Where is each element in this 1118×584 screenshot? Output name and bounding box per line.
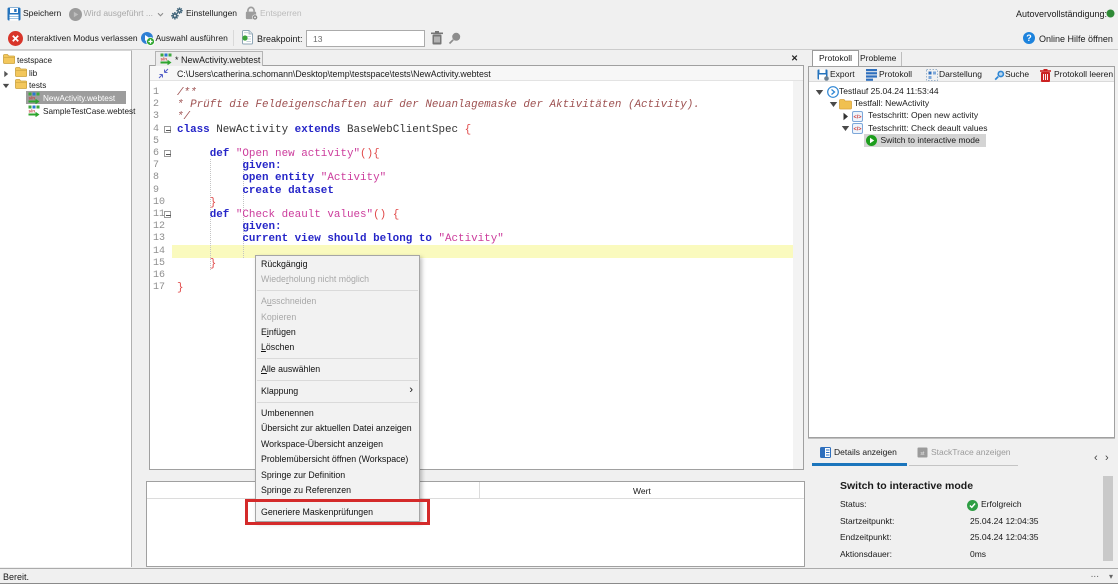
svg-text:s/n: s/n: [29, 96, 36, 101]
svg-text:?: ?: [1026, 33, 1032, 43]
svg-text:st: st: [921, 451, 926, 457]
svg-text:</>: </>: [854, 115, 862, 121]
svg-text:</>: </>: [854, 127, 862, 133]
svg-text:s/n: s/n: [29, 109, 36, 114]
svg-text:s/n: s/n: [161, 57, 168, 62]
